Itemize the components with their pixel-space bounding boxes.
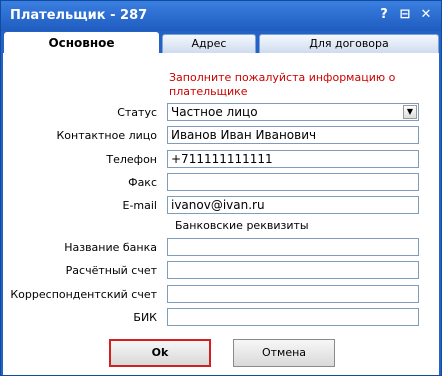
account-label: Расчётный счет [65,264,157,277]
account-field[interactable] [167,261,419,279]
email-field[interactable]: ivanov@ivan.ru [167,196,419,214]
tab-main[interactable]: Основное [4,32,159,54]
phone-label: Телефон [106,153,157,166]
info-notice: Заполните пожалуйста информацию о плател… [169,71,396,98]
window-title: Плательщик - 287 [10,8,148,23]
tab-bar: Основное Адрес Для договора [1,31,441,54]
fax-label: Факс [128,176,157,189]
status-value: Частное лицо [171,105,258,119]
tab-address[interactable]: Адрес [162,34,256,53]
cancel-button[interactable]: Отмена [233,339,335,367]
tab-panel-main: Заполните пожалуйста информацию о плател… [3,53,439,375]
title-bar[interactable]: Плательщик - 287 ? ⊟ ✕ [1,1,441,31]
fax-field[interactable] [167,173,419,191]
ok-button[interactable]: Ok [109,339,211,367]
restore-icon[interactable]: ⊟ [398,8,412,22]
corr-account-label: Корреспондентский счет [10,288,157,301]
bank-section-title: Банковские реквизиты [175,219,309,232]
bank-name-label: Название банка [64,241,157,254]
email-label: E-mail [122,199,158,212]
status-label: Статус [117,106,157,119]
tab-contract[interactable]: Для договора [259,34,439,53]
bik-field[interactable] [167,308,419,326]
payer-dialog: Плательщик - 287 ? ⊟ ✕ Основное Адрес Дл… [0,0,442,376]
contact-label: Контактное лицо [56,129,157,142]
chevron-down-icon[interactable]: ▼ [403,105,417,119]
title-buttons: ? ⊟ ✕ [377,8,433,22]
bik-label: БИК [133,311,157,324]
close-icon[interactable]: ✕ [419,8,433,22]
status-select[interactable]: Частное лицо ▼ [167,103,419,121]
phone-field[interactable]: +711111111111 [167,150,419,168]
help-icon[interactable]: ? [377,8,391,22]
contact-field[interactable]: Иванов Иван Иванович [167,126,419,144]
corr-account-field[interactable] [167,285,419,303]
bank-name-field[interactable] [167,238,419,256]
